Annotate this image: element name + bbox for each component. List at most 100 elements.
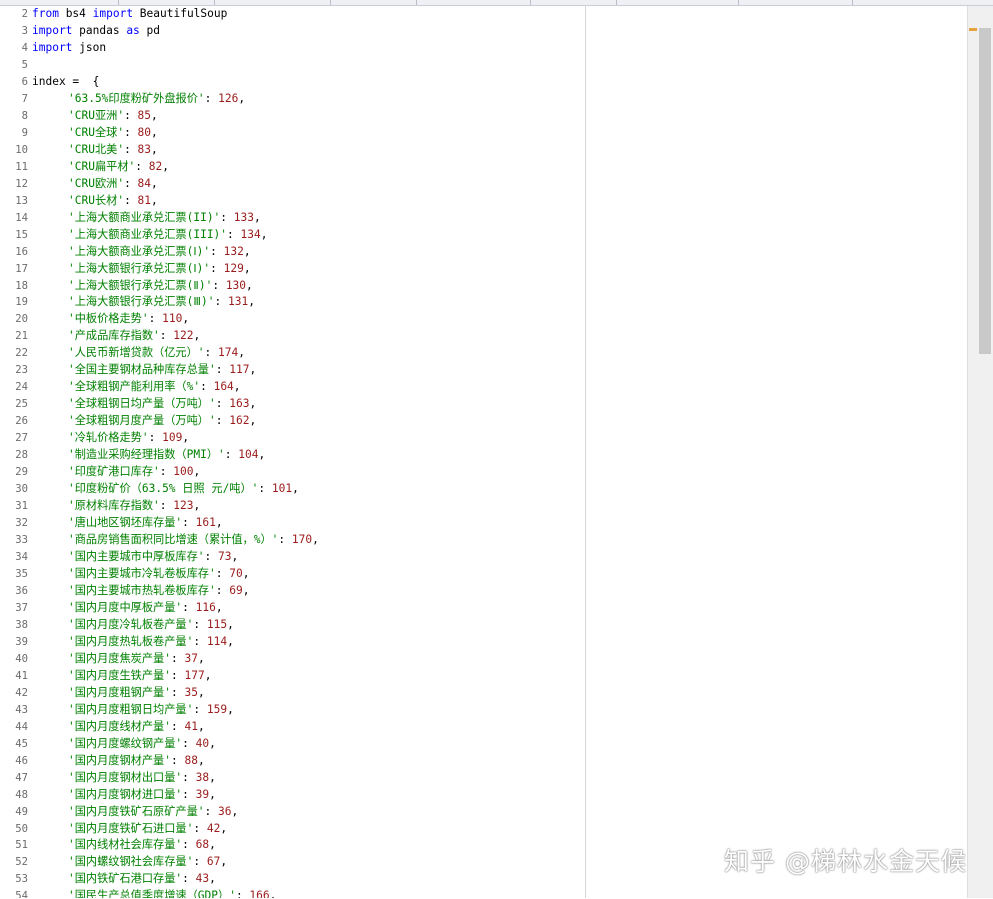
code-line[interactable]: 9 'CRU全球': 80, bbox=[0, 125, 585, 142]
string-token: '国内月度中厚板产量' bbox=[68, 600, 183, 614]
code-line[interactable]: 44 '国内月度线材产量': 41, bbox=[0, 719, 585, 736]
code-text: '国内月度中厚板产量': 116, bbox=[32, 600, 223, 617]
code-line[interactable]: 4 import json bbox=[0, 40, 585, 57]
code-line[interactable]: 2 from bs4 import BeautifulSoup bbox=[0, 6, 585, 23]
number-token: 122 bbox=[173, 329, 194, 343]
code-line[interactable]: 51 '国内线材社会库存量': 68, bbox=[0, 837, 585, 854]
code-line[interactable]: 43 '国内月度粗钢日均产量': 159, bbox=[0, 702, 585, 719]
code-line[interactable]: 31 '原材料库存指数': 123, bbox=[0, 498, 585, 515]
keyword-token: import bbox=[32, 40, 80, 54]
code-line[interactable]: 21 '产成品库存指数': 122, bbox=[0, 328, 585, 345]
code-text: '国内月度钢材进口量': 39, bbox=[32, 787, 216, 804]
code-line[interactable]: 17 '上海大额银行承兑汇票(Ⅰ)': 129, bbox=[0, 261, 585, 278]
number-token: 81 bbox=[137, 193, 152, 207]
code-line[interactable]: 54 '国民生产总值季度增速（GDP）': 166, bbox=[0, 888, 585, 898]
number-token: 115 bbox=[206, 617, 228, 631]
plain-token: : bbox=[227, 227, 241, 241]
plain-token: , bbox=[254, 210, 261, 224]
tab-separator bbox=[738, 0, 739, 5]
code-line[interactable]: 46 '国内月度钢材产量': 88, bbox=[0, 753, 585, 770]
code-line[interactable]: 35 '国内主要城市冷轧卷板库存': 70, bbox=[0, 566, 585, 583]
plain-token: , bbox=[269, 889, 277, 898]
code-editor[interactable]: 2 from bs4 import BeautifulSoup 3 import pa… bbox=[0, 6, 585, 898]
code-line[interactable]: 32 '唐山地区钢坯库存量': 161, bbox=[0, 515, 585, 532]
code-line[interactable]: 16 '上海大额商业承兑汇票(Ⅰ)': 132, bbox=[0, 244, 585, 261]
plain-token: : bbox=[235, 889, 250, 898]
number-token: 84 bbox=[137, 176, 152, 190]
code-text: '国内线材社会库存量': 68, bbox=[32, 837, 216, 854]
line-number: 54 bbox=[15, 890, 28, 898]
string-token: '国内月度钢材产量' bbox=[68, 753, 171, 767]
code-line[interactable]: 53 '国内铁矿石港口存量': 43, bbox=[0, 871, 585, 888]
code-line[interactable]: 49 '国内月度铁矿石原矿产量': 36, bbox=[0, 804, 585, 821]
code-line[interactable]: 8 'CRU亚洲': 85, bbox=[0, 108, 585, 125]
plain-token: : bbox=[214, 295, 229, 309]
code-line[interactable]: 38 '国内月度冷轧板卷产量': 115, bbox=[0, 617, 585, 634]
code-line[interactable]: 23 '全国主要钢材品种库存总量': 117, bbox=[0, 362, 585, 379]
plain-token: , bbox=[151, 108, 158, 122]
code-line[interactable]: 24 '全球粗钢产能利用率（%': 164, bbox=[0, 379, 585, 396]
line-number: 26 bbox=[15, 415, 28, 428]
code-line[interactable]: 29 '印度矿港口库存': 100, bbox=[0, 464, 585, 481]
code-line[interactable]: 34 '国内主要城市中厚板库存': 73, bbox=[0, 549, 585, 566]
line-number: 11 bbox=[15, 160, 28, 173]
code-line[interactable]: 48 '国内月度钢材进口量': 39, bbox=[0, 787, 585, 804]
string-token: '印度矿港口库存' bbox=[68, 465, 160, 479]
number-token: 43 bbox=[195, 872, 210, 886]
code-area[interactable]: 2 from bs4 import BeautifulSoup 3 import pa… bbox=[0, 6, 585, 898]
code-line[interactable]: 25 '全球粗钢日均产量（万吨）': 163, bbox=[0, 396, 585, 413]
code-line[interactable]: 13 'CRU长材': 81, bbox=[0, 193, 585, 210]
code-line[interactable]: 6 index = { bbox=[0, 74, 585, 91]
code-line[interactable]: 7 '63.5%印度粉矿外盘报价': 126, bbox=[0, 91, 585, 108]
code-line[interactable]: 42 '国内月度粗钢产量': 35, bbox=[0, 685, 585, 702]
string-token: '上海大额银行承兑汇票(Ⅱ)' bbox=[68, 278, 213, 292]
code-line[interactable]: 18 '上海大额银行承兑汇票(Ⅱ)': 130, bbox=[0, 278, 585, 295]
plain-token: : bbox=[215, 363, 230, 377]
line-number: 35 bbox=[15, 567, 28, 580]
code-line[interactable]: 10 'CRU北美': 83, bbox=[0, 142, 585, 159]
code-line[interactable]: 19 '上海大额银行承兑汇票(Ⅲ)': 131, bbox=[0, 294, 585, 311]
code-line[interactable]: 41 '国内月度生铁产量': 177, bbox=[0, 668, 585, 685]
code-line[interactable]: 15 '上海大额商业承兑汇票(III)': 134, bbox=[0, 227, 585, 244]
code-line[interactable]: 36 '国内主要城市热轧卷板库存': 69, bbox=[0, 583, 585, 600]
code-line[interactable]: 3 import pandas as pd bbox=[0, 23, 585, 40]
line-number: 42 bbox=[15, 686, 28, 699]
code-line[interactable]: 22 '人民币新增贷款（亿元）': 174, bbox=[0, 345, 585, 362]
plain-token: , bbox=[197, 719, 205, 733]
code-line[interactable]: 14 '上海大额商业承兑汇票(II)': 133, bbox=[0, 210, 585, 227]
number-token: 37 bbox=[184, 651, 198, 665]
code-line[interactable]: 52 '国内螺纹钢社会库存量': 67, bbox=[0, 854, 585, 871]
number-token: 130 bbox=[225, 278, 247, 292]
plain-token: , bbox=[249, 363, 257, 377]
string-token: '国内月度铁矿石进口量' bbox=[68, 821, 194, 835]
tab-separator bbox=[416, 0, 417, 5]
string-token: '人民币新增贷款（亿元）' bbox=[68, 346, 205, 360]
code-line[interactable]: 20 '中板价格走势': 110, bbox=[0, 311, 585, 328]
code-line[interactable]: 26 '全球粗钢月度产量（万吨）': 162, bbox=[0, 413, 585, 430]
code-line[interactable]: 11 'CRU扁平材': 82, bbox=[0, 159, 585, 176]
code-line[interactable]: 30 '印度粉矿价（63.5% 日照 元/吨）': 101, bbox=[0, 481, 585, 498]
code-line[interactable]: 50 '国内月度铁矿石进口量': 42, bbox=[0, 821, 585, 838]
code-line[interactable]: 33 '商品房销售面积同比增速（累计值，%）': 170, bbox=[0, 532, 585, 549]
code-line[interactable]: 37 '国内月度中厚板产量': 116, bbox=[0, 600, 585, 617]
code-line[interactable]: 45 '国内月度螺纹钢产量': 40, bbox=[0, 736, 585, 753]
code-line[interactable]: 27 '冷轧价格走势': 109, bbox=[0, 430, 585, 447]
code-line[interactable]: 47 '国内月度钢材出口量': 38, bbox=[0, 770, 585, 787]
scrollbar-thumb[interactable] bbox=[979, 28, 991, 354]
code-line[interactable]: 40 '国内月度焦炭产量': 37, bbox=[0, 651, 585, 668]
code-line[interactable]: 5 bbox=[0, 57, 585, 74]
code-line[interactable]: 12 'CRU欧洲': 84, bbox=[0, 176, 585, 193]
secondary-pane[interactable] bbox=[586, 6, 967, 898]
number-token: 161 bbox=[195, 516, 216, 530]
plain-token: , bbox=[227, 617, 234, 631]
line-number: 32 bbox=[15, 517, 28, 530]
plain-token: json bbox=[79, 40, 107, 54]
plain-token: bs4 bbox=[65, 7, 93, 20]
plain-token: : bbox=[215, 566, 230, 580]
code-line[interactable]: 28 '制造业采购经理指数（PMI）': 104, bbox=[0, 447, 585, 464]
code-line[interactable]: 39 '国内月度热轧板卷产量': 114, bbox=[0, 634, 585, 651]
plain-token: : bbox=[170, 651, 185, 665]
string-token: '国内螺纹钢社会库存量' bbox=[68, 855, 194, 869]
line-number: 17 bbox=[15, 262, 28, 275]
code-text: '印度矿港口库存': 100, bbox=[32, 464, 200, 481]
